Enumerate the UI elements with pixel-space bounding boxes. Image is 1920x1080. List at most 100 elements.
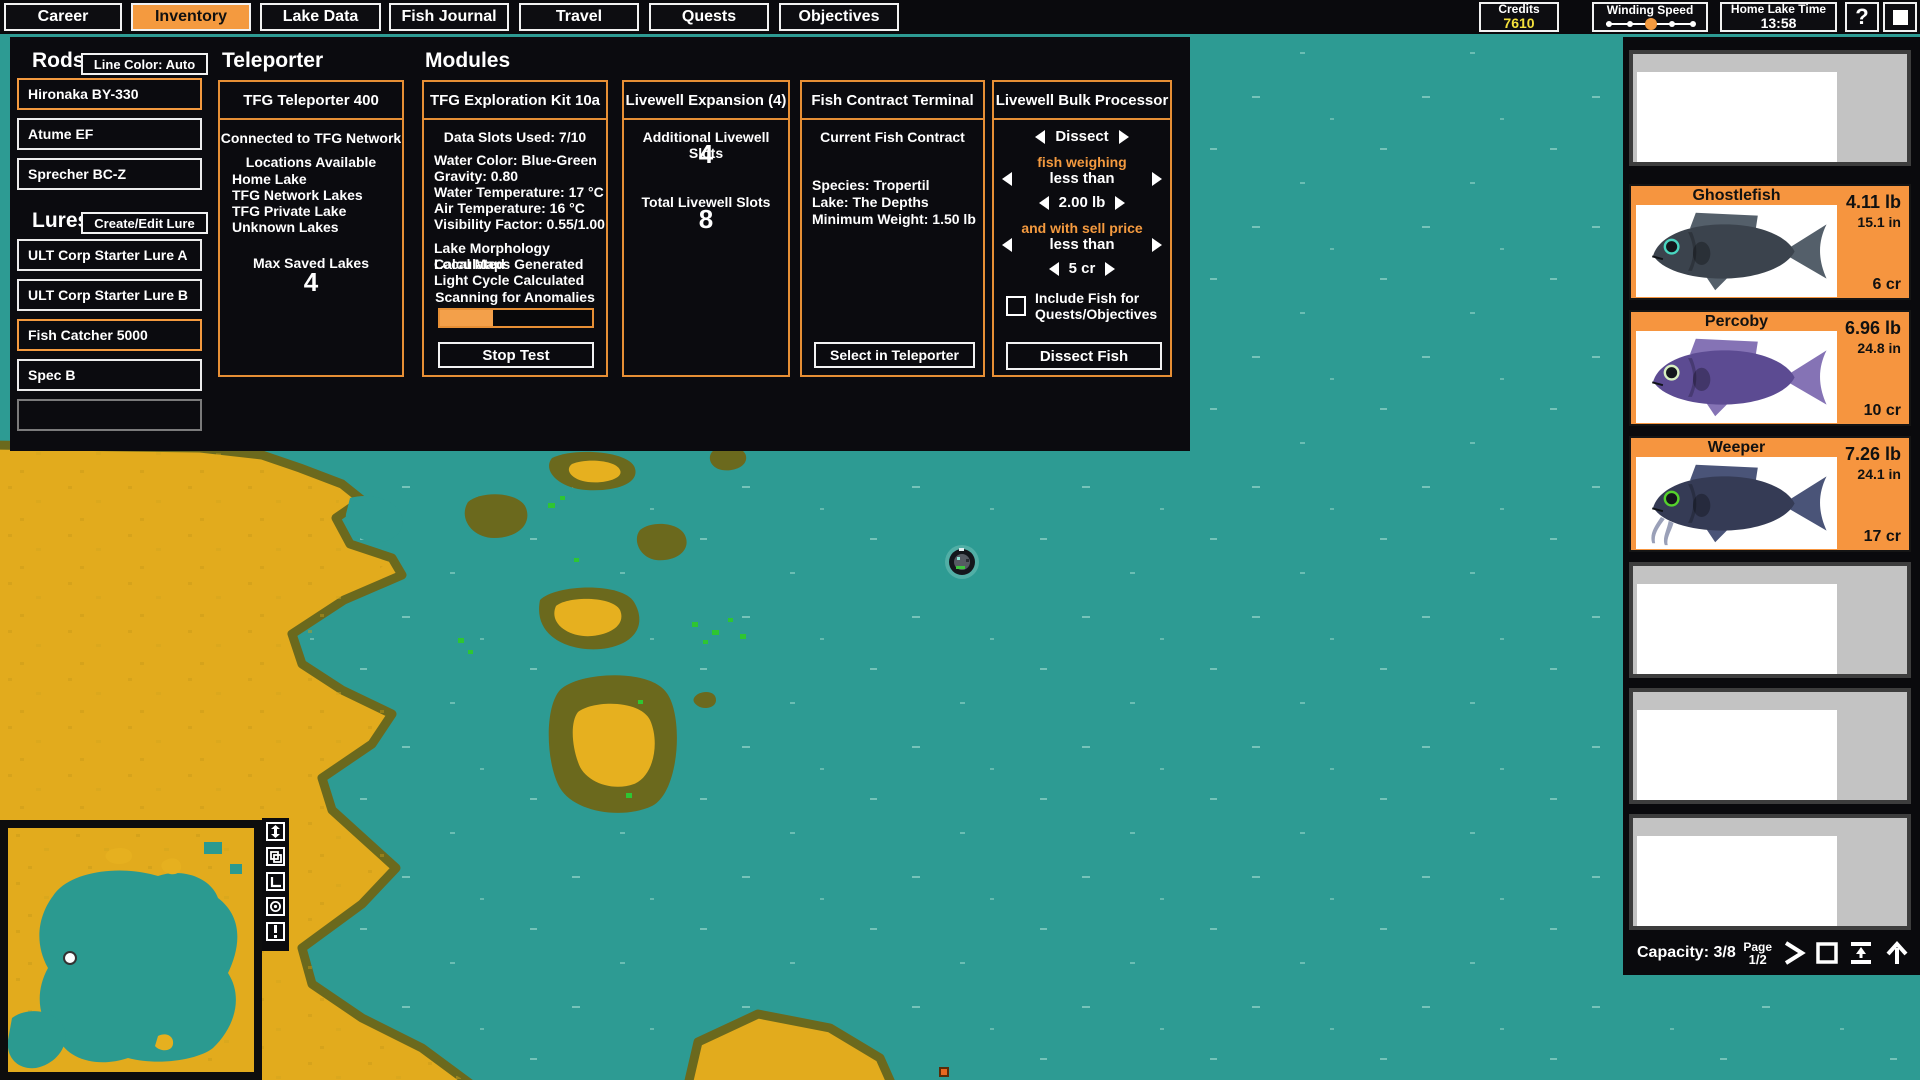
livewell-fish-card[interactable]: Ghostlefish 4.11 lb 15.1 in 6 cr	[1629, 184, 1911, 300]
empty-fish-image-area	[1637, 836, 1837, 926]
rod-item[interactable]: Atume EF	[17, 118, 202, 150]
tab-quests[interactable]: Quests	[649, 3, 769, 31]
teleporter-locations-title: Locations Available	[220, 154, 402, 170]
next-op-icon[interactable]	[1152, 172, 1162, 186]
total-slots-value: 8	[624, 211, 788, 227]
fish-price: 10 cr	[1864, 402, 1901, 420]
stop-test-button[interactable]: Stop Test	[438, 342, 594, 368]
livewell-footer: Capacity: 3/8 Page 1/2	[1623, 931, 1920, 975]
livewell-fish-card[interactable]: Weeper 7.26 lb 24.1 in 17 cr	[1629, 436, 1911, 552]
modules-title: Modules	[425, 49, 510, 73]
rod-item[interactable]: Sprecher BC-Z	[17, 158, 202, 190]
module-title: Fish Contract Terminal	[802, 82, 983, 120]
dissect-fish-button[interactable]: Dissect Fish	[1006, 342, 1162, 370]
livewell-slot-empty[interactable]	[1629, 50, 1911, 166]
fish-price: 17 cr	[1864, 528, 1901, 546]
action-stepper: Dissect	[994, 128, 1170, 145]
tab-lake-data[interactable]: Lake Data	[260, 3, 381, 31]
livewell-slot-empty[interactable]	[1629, 562, 1911, 678]
scanning-label: Scanning for Anomalies	[424, 289, 606, 305]
tab-career[interactable]: Career	[4, 3, 122, 31]
prev-action-icon[interactable]	[1035, 130, 1045, 144]
south-marker	[940, 1068, 948, 1076]
module-livewell-expansion: Livewell Expansion (4) Additional Livewe…	[622, 80, 790, 377]
home-lake-time-display: Home Lake Time 13:58	[1720, 2, 1837, 32]
up-arrow-icon[interactable]	[1884, 940, 1910, 966]
condition2-op: less than	[1049, 236, 1114, 253]
winding-speed-slider[interactable]	[1604, 18, 1696, 30]
contract-subtitle: Current Fish Contract	[802, 129, 983, 145]
fish-length: 24.8 in	[1857, 340, 1901, 356]
minimap[interactable]	[0, 820, 262, 1080]
home-lake-time-value: 13:58	[1761, 16, 1797, 31]
fish-price: 6 cr	[1873, 276, 1901, 294]
decrease-price-icon[interactable]	[1049, 262, 1059, 276]
minimap-lake	[39, 870, 237, 1062]
checkbox-label-line1: Include Fish for	[1035, 290, 1157, 306]
layers-icon[interactable]	[266, 847, 285, 866]
module-title: Livewell Expansion (4)	[624, 82, 788, 120]
next-op-icon[interactable]	[1152, 238, 1162, 252]
lure-item[interactable]: Fish Catcher 5000	[17, 319, 202, 351]
rods-title: Rods	[32, 49, 85, 73]
livewell-slot-empty[interactable]	[1629, 814, 1911, 930]
fish-name: Percoby	[1636, 313, 1837, 331]
tab-inventory[interactable]: Inventory	[131, 3, 251, 31]
decrease-weight-icon[interactable]	[1039, 196, 1049, 210]
data-slots-used: Data Slots Used: 7/10	[424, 129, 606, 145]
lure-item[interactable]: Spec B	[17, 359, 202, 391]
lure-item-empty[interactable]	[17, 399, 202, 431]
livewell-slot-empty[interactable]	[1629, 688, 1911, 804]
teleporter-device: TFG Teleporter 400 Connected to TFG Netw…	[218, 80, 404, 377]
increase-weight-icon[interactable]	[1115, 196, 1125, 210]
condition2-value: 5 cr	[1069, 260, 1096, 277]
tab-travel[interactable]: Travel	[519, 3, 639, 31]
alert-icon[interactable]	[266, 922, 285, 941]
module-title: TFG Exploration Kit 10a	[424, 82, 606, 120]
center-target-icon[interactable]	[266, 897, 285, 916]
line-color-button[interactable]: Line Color: Auto	[81, 53, 208, 75]
window-toggle-button[interactable]	[1883, 2, 1917, 32]
include-quests-checkbox[interactable]	[1006, 296, 1026, 316]
lure-item[interactable]: ULT Corp Starter Lure A	[17, 239, 202, 271]
fish-length: 15.1 in	[1857, 214, 1901, 230]
fish-image	[1636, 331, 1837, 423]
corner-ruler-icon[interactable]	[266, 872, 285, 891]
reading: Water Color: Blue-Green	[434, 152, 597, 168]
condition2-label: and with sell price	[994, 220, 1170, 236]
fish-weight: 4.11 lb	[1846, 192, 1901, 213]
capacity-label: Capacity: 3/8	[1637, 944, 1736, 962]
create-edit-lure-button[interactable]: Create/Edit Lure	[81, 212, 208, 234]
tab-objectives[interactable]: Objectives	[779, 3, 899, 31]
calc-line: Local Maps Generated	[434, 256, 583, 272]
teleporter-location: TFG Network Lakes	[232, 187, 363, 203]
game-screen: Career Inventory Lake Data Fish Journal …	[0, 0, 1920, 1080]
increase-price-icon[interactable]	[1105, 262, 1115, 276]
next-action-icon[interactable]	[1119, 130, 1129, 144]
additional-slots-value: 4	[624, 146, 788, 162]
winding-speed-label: Winding Speed	[1607, 4, 1694, 17]
rod-item[interactable]: Hironaka BY-330	[17, 78, 202, 110]
tab-fish-journal[interactable]: Fish Journal	[389, 3, 509, 31]
window-square-icon	[1893, 10, 1908, 25]
stop-icon[interactable]	[1814, 940, 1840, 966]
reading: Water Temperature: 17 °C	[434, 184, 604, 200]
prev-op-icon[interactable]	[1002, 238, 1012, 252]
minimap-toolbar	[262, 818, 289, 951]
next-page-icon[interactable]	[1780, 940, 1806, 966]
contract-line: Lake: The Depths	[812, 194, 929, 210]
reading: Gravity: 0.80	[434, 168, 518, 184]
prev-op-icon[interactable]	[1002, 172, 1012, 186]
reading: Air Temperature: 16 °C	[434, 200, 585, 216]
sonar-buoy-icon	[945, 545, 979, 579]
livewell-fish-card[interactable]: Percoby 6.96 lb 24.8 in 10 cr	[1629, 310, 1911, 426]
player-position-marker	[64, 952, 76, 964]
move-to-top-icon[interactable]	[1848, 940, 1874, 966]
condition2-op-stepper: less than	[994, 236, 1170, 253]
resize-vertical-icon[interactable]	[266, 822, 285, 841]
lure-item[interactable]: ULT Corp Starter Lure B	[17, 279, 202, 311]
help-button[interactable]: ?	[1845, 2, 1879, 32]
teleporter-device-title: TFG Teleporter 400	[220, 82, 402, 120]
condition1-value-stepper: 2.00 lb	[994, 194, 1170, 211]
select-in-teleporter-button[interactable]: Select in Teleporter	[814, 342, 975, 368]
